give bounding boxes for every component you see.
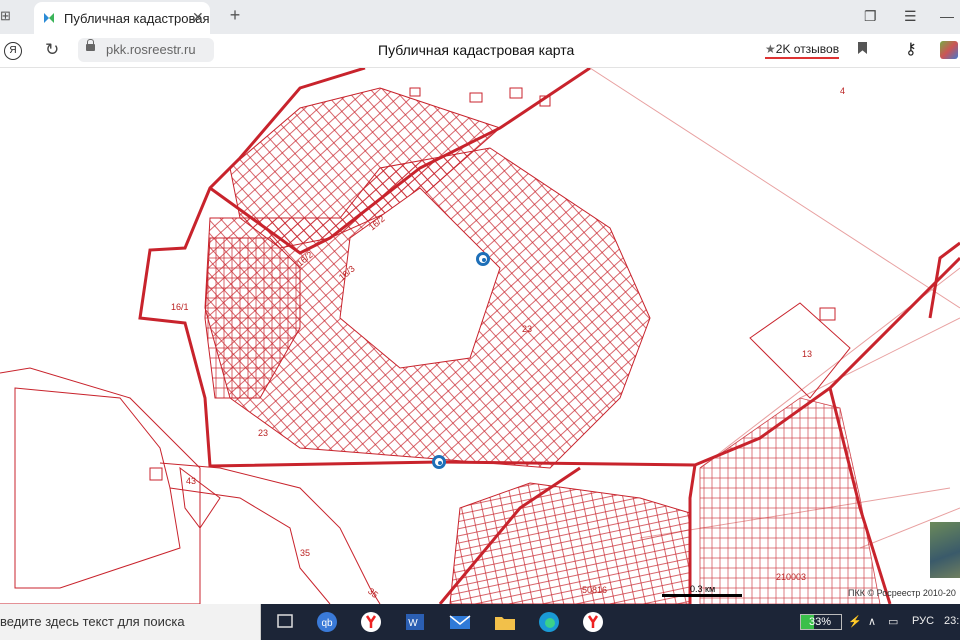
tab-strip: ⊞ Публичная кадастровая ✕ + ❐ ☰ —: [0, 0, 960, 34]
svg-text:qb: qb: [321, 618, 333, 629]
tab-close-icon[interactable]: ✕: [192, 9, 204, 26]
cadastral-map[interactable]: 16/2 16/2 16/3 16/1 23 23 43 35 35 13 4 …: [0, 68, 960, 604]
language-indicator[interactable]: РУС: [912, 615, 934, 627]
word-icon[interactable]: W: [402, 610, 428, 634]
parcel-label-16-1: 16/1: [171, 302, 189, 312]
yandex-browser-icon[interactable]: [358, 610, 384, 634]
lock-icon: [86, 39, 95, 51]
battery-indicator[interactable]: 33%: [800, 614, 842, 630]
minimize-icon[interactable]: —: [940, 8, 954, 24]
scale-label: 0.3 км: [690, 584, 716, 594]
new-tab-button[interactable]: +: [225, 6, 245, 26]
key-icon[interactable]: ⚷: [905, 39, 917, 59]
rosreestr-favicon-icon: [44, 13, 54, 23]
mail-icon[interactable]: [447, 610, 473, 634]
map-scale: 0.3 км: [662, 584, 742, 597]
battery-percent: 33%: [809, 616, 832, 628]
windows-taskbar: ведите здесь текст для поиска qb W 33% ⚡…: [0, 604, 960, 640]
parcel-label-43: 43: [186, 476, 197, 486]
tab-title: Публичная кадастровая: [64, 11, 210, 26]
svg-text:W: W: [408, 618, 418, 629]
reviews-label: 2K отзывов: [775, 42, 840, 56]
bookmark-icon[interactable]: [858, 42, 867, 54]
scale-bar: [662, 594, 742, 597]
location-marker[interactable]: [476, 252, 490, 266]
edge-icon[interactable]: [536, 610, 562, 634]
map-copyright: ПКК © Росреестр 2010-20: [848, 588, 956, 598]
star-icon: ★: [765, 42, 776, 56]
url-text: pkk.rosreestr.ru: [106, 42, 196, 57]
taskbar-search[interactable]: ведите здесь текст для поиска: [0, 604, 261, 640]
menu-icon[interactable]: ☰: [904, 8, 917, 25]
parcel-label-13: 13: [802, 349, 813, 359]
location-marker[interactable]: [432, 455, 446, 469]
url-field[interactable]: pkk.rosreestr.ru: [78, 38, 214, 62]
yandex-icon[interactable]: Я: [4, 42, 22, 60]
page-title: Публичная кадастровая карта: [378, 42, 575, 58]
address-bar: Я ↻ pkk.rosreestr.ru Публичная кадастров…: [0, 34, 960, 68]
collections-icon[interactable]: ❐: [864, 8, 877, 25]
map-canvas: [0, 68, 960, 604]
parcel-label-4: 4: [840, 86, 846, 96]
parcel-label-35-a: 35: [300, 548, 311, 558]
power-plug-icon[interactable]: ⚡: [848, 615, 862, 628]
reload-icon[interactable]: ↻: [45, 40, 59, 60]
extension-icon[interactable]: [940, 41, 958, 59]
qbittorrent-icon[interactable]: qb: [314, 610, 340, 634]
parcel-label-23-left: 23: [258, 428, 269, 438]
satellite-layer-thumbnail[interactable]: [930, 522, 960, 578]
parcel-label-210003: 210003: [776, 572, 807, 582]
network-icon[interactable]: ▭: [888, 615, 898, 628]
clock[interactable]: 23:: [944, 615, 959, 627]
show-hidden-icons-icon[interactable]: ∧: [868, 615, 876, 628]
file-explorer-icon[interactable]: [492, 610, 518, 634]
taskbar-search-placeholder: ведите здесь текст для поиска: [0, 614, 185, 629]
reviews-link[interactable]: ★2K отзывов: [765, 42, 840, 59]
yandex-browser-icon[interactable]: [580, 610, 606, 634]
active-tab[interactable]: Публичная кадастровая ✕: [34, 2, 210, 34]
task-view-icon[interactable]: [272, 610, 298, 634]
parcel-label-50816: 50816: [582, 585, 608, 595]
tab-list-icon[interactable]: ⊞: [0, 8, 16, 24]
parcel-label-23-center: 23: [522, 324, 533, 334]
